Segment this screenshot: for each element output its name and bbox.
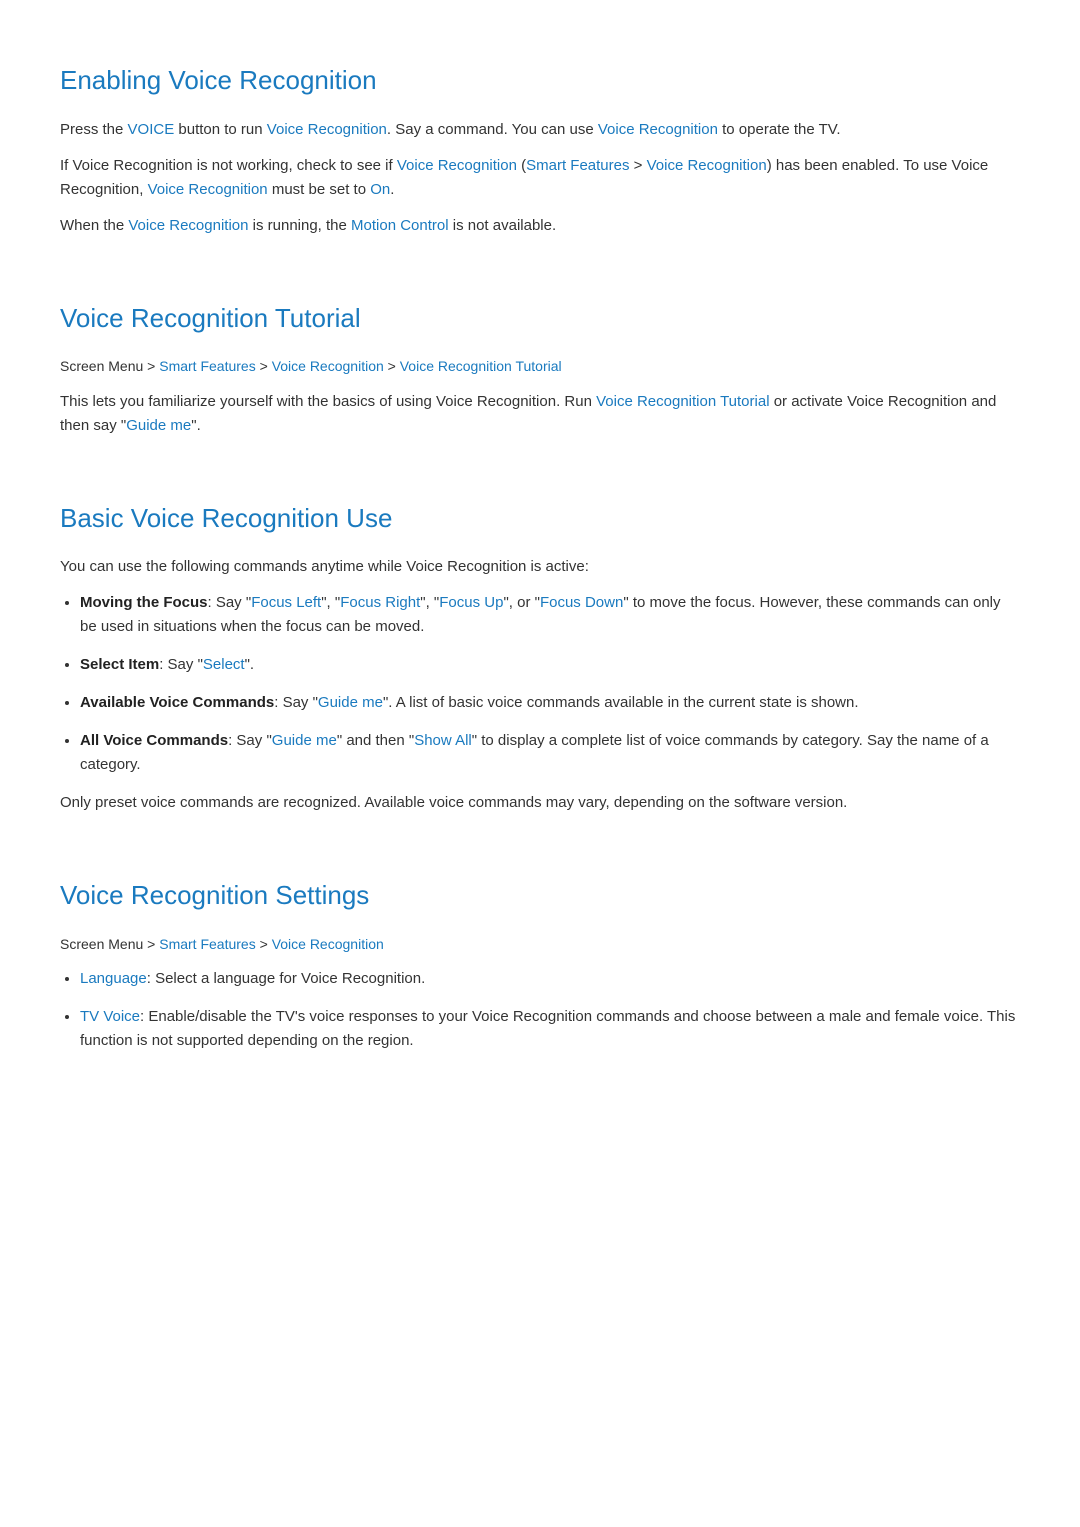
smart-features-link-2[interactable]: Smart Features: [159, 358, 255, 374]
guide-me-link-1[interactable]: Guide me: [126, 417, 191, 434]
focus-right-link[interactable]: Focus Right: [340, 594, 420, 611]
list-item-tv-voice: TV Voice: Enable/disable the TV's voice …: [80, 1005, 1020, 1053]
voice-recognition-tutorial-link[interactable]: Voice Recognition Tutorial: [400, 358, 562, 374]
section-title-basic-use: Basic Voice Recognition Use: [60, 498, 1020, 540]
focus-up-link[interactable]: Focus Up: [439, 594, 503, 611]
paragraph-2: If Voice Recognition is not working, che…: [60, 154, 1020, 202]
smart-features-link-3[interactable]: Smart Features: [159, 936, 255, 952]
voice-recognition-link-2[interactable]: Voice Recognition: [598, 121, 718, 138]
breadcrumb-settings: Screen Menu > Smart Features > Voice Rec…: [60, 933, 1020, 955]
list-item-available-commands: Available Voice Commands: Say "Guide me"…: [80, 691, 1020, 715]
list-item-select: Select Item: Say "Select".: [80, 653, 1020, 677]
basic-use-list: Moving the Focus: Say "Focus Left", "Foc…: [80, 591, 1020, 777]
focus-left-link[interactable]: Focus Left: [251, 594, 321, 611]
basic-use-intro: You can use the following commands anyti…: [60, 555, 1020, 579]
all-commands-label: All Voice Commands: [80, 732, 228, 749]
voice-recognition-link-8[interactable]: Voice Recognition: [272, 936, 384, 952]
language-link[interactable]: Language: [80, 970, 147, 987]
section-voice-recognition-tutorial: Voice Recognition Tutorial Screen Menu >…: [60, 278, 1020, 438]
vr-tutorial-run-link[interactable]: Voice Recognition Tutorial: [596, 393, 769, 410]
on-link[interactable]: On: [370, 181, 390, 198]
section-title-settings: Voice Recognition Settings: [60, 875, 1020, 917]
guide-me-link-3[interactable]: Guide me: [272, 732, 337, 749]
section-vr-settings: Voice Recognition Settings Screen Menu >…: [60, 855, 1020, 1053]
select-link[interactable]: Select: [203, 656, 245, 673]
tv-voice-link[interactable]: TV Voice: [80, 1008, 140, 1025]
voice-recognition-link-6[interactable]: Voice Recognition: [128, 217, 248, 234]
voice-recognition-link-5[interactable]: Voice Recognition: [148, 181, 268, 198]
section-basic-use: Basic Voice Recognition Use You can use …: [60, 478, 1020, 816]
available-commands-label: Available Voice Commands: [80, 694, 274, 711]
voice-link[interactable]: VOICE: [128, 121, 175, 138]
moving-focus-label: Moving the Focus: [80, 594, 208, 611]
list-item-all-commands: All Voice Commands: Say "Guide me" and t…: [80, 729, 1020, 777]
guide-me-link-2[interactable]: Guide me: [318, 694, 383, 711]
tutorial-paragraph: This lets you familiarize yourself with …: [60, 390, 1020, 438]
list-item-moving-focus: Moving the Focus: Say "Focus Left", "Foc…: [80, 591, 1020, 639]
show-all-link[interactable]: Show All: [414, 732, 472, 749]
voice-recognition-link-7[interactable]: Voice Recognition: [272, 358, 384, 374]
smart-features-link-1[interactable]: Smart Features: [526, 157, 629, 174]
section-title-tutorial: Voice Recognition Tutorial: [60, 298, 1020, 340]
voice-recognition-link-4[interactable]: Voice Recognition: [647, 157, 767, 174]
breadcrumb-tutorial: Screen Menu > Smart Features > Voice Rec…: [60, 355, 1020, 377]
motion-control-link[interactable]: Motion Control: [351, 217, 449, 234]
list-item-language: Language: Select a language for Voice Re…: [80, 967, 1020, 991]
voice-recognition-link-1[interactable]: Voice Recognition: [267, 121, 387, 138]
voice-recognition-link-3[interactable]: Voice Recognition: [397, 157, 517, 174]
paragraph-3: When the Voice Recognition is running, t…: [60, 214, 1020, 238]
section-enabling-voice-recognition: Enabling Voice Recognition Press the VOI…: [60, 40, 1020, 238]
settings-list: Language: Select a language for Voice Re…: [80, 967, 1020, 1053]
select-item-label: Select Item: [80, 656, 159, 673]
section-title-enabling: Enabling Voice Recognition: [60, 60, 1020, 102]
basic-use-footer: Only preset voice commands are recognize…: [60, 791, 1020, 815]
focus-down-link[interactable]: Focus Down: [540, 594, 623, 611]
paragraph-1: Press the VOICE button to run Voice Reco…: [60, 118, 1020, 142]
